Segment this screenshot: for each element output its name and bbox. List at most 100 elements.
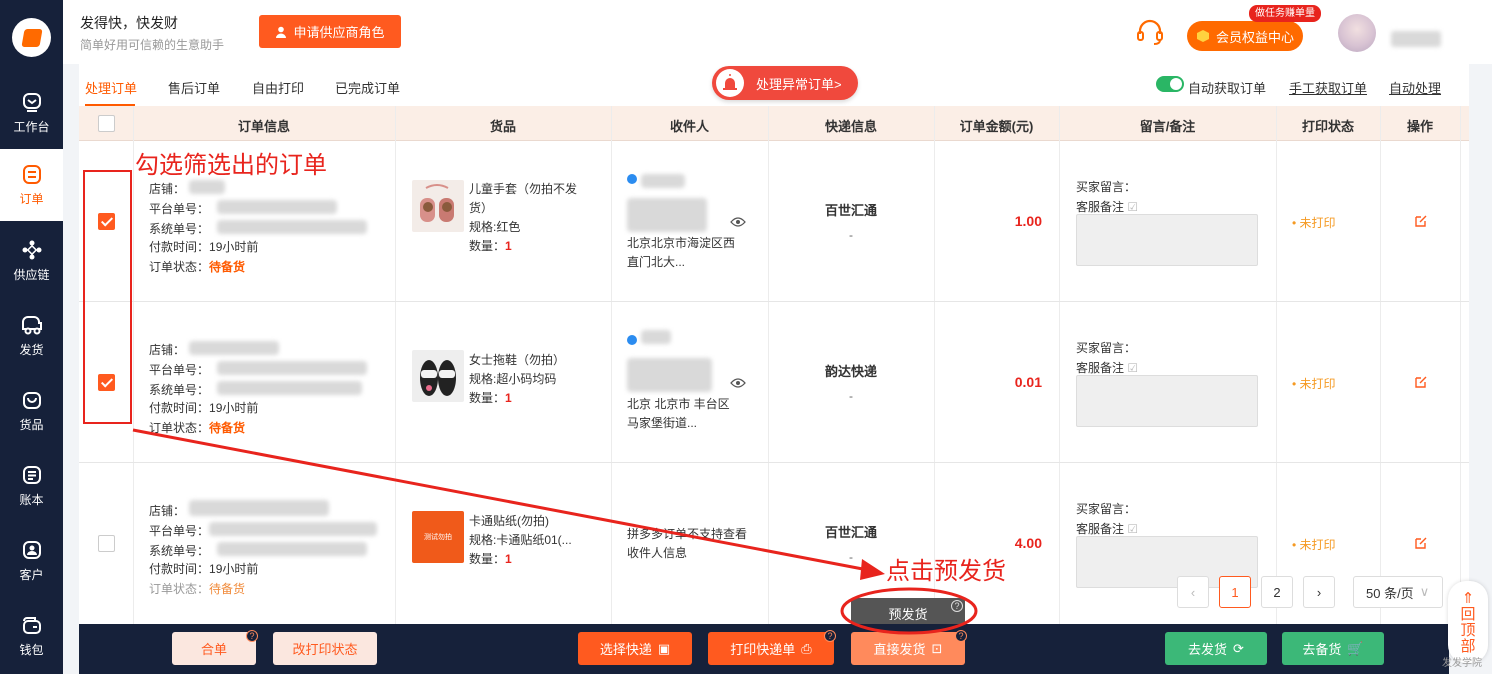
direct-ship-button[interactable]: 直接发货 ⊡ ? (851, 630, 967, 665)
pagination-prev-button[interactable]: ‹ (1177, 576, 1209, 608)
service-note-label: 客服备注 ☑ (1076, 361, 1139, 375)
courier-name: 韵达快递 (824, 364, 877, 379)
sidebar-item-order[interactable]: 订单 (0, 149, 63, 221)
page-size-select[interactable]: 50 条/页 ∨ (1353, 576, 1443, 608)
pagination-next-button[interactable]: › (1303, 576, 1335, 608)
apply-supplier-button[interactable]: 申请供应商角色 (259, 15, 401, 48)
merge-orders-label: 合单 (200, 642, 227, 657)
order-status: 订单状态：待备货 (149, 421, 246, 435)
abnormal-orders-label: 处理异常订单> (756, 76, 842, 92)
sidebar-item-label: 货品 (19, 418, 44, 432)
service-note-field[interactable] (1076, 375, 1258, 427)
orders-table: 订单信息 货品 收件人 快递信息 订单金额(元) 留言/备注 打印状态 操作 店… (79, 106, 1469, 624)
supply-chain-icon (21, 239, 43, 261)
member-gem-icon (1196, 30, 1209, 42)
product-thumbnail-slippers[interactable] (412, 350, 464, 402)
customer-service-headset-icon[interactable] (1135, 17, 1165, 47)
eye-icon[interactable] (730, 377, 746, 389)
user-icon (276, 26, 287, 38)
tab-process-orders[interactable]: 处理订单 (85, 78, 137, 97)
help-icon: ? (955, 630, 967, 642)
system-no-label: 系统单号： (149, 383, 210, 397)
go-stock-button[interactable]: 去备货 🛒 (1282, 632, 1384, 665)
edit-icon[interactable] (1414, 375, 1428, 389)
platform-no-blurred (217, 361, 367, 375)
change-print-status-button[interactable]: 改打印状态 (273, 632, 377, 665)
direct-ship-label: 直接发货 (873, 642, 926, 657)
cart-icon: 🛒 (1347, 640, 1364, 656)
edit-icon[interactable] (1414, 214, 1428, 228)
sidebar-item-delivery[interactable]: 发货 (0, 300, 63, 372)
order-amount: 1.00 (1014, 213, 1042, 229)
sidebar-item-dashboard[interactable]: 工作台 (0, 77, 63, 149)
member-center-button[interactable]: 会员权益中心 (1187, 21, 1303, 51)
sidebar-item-goods[interactable]: 货品 (0, 375, 63, 447)
tab-after-sale[interactable]: 售后订单 (168, 78, 220, 97)
recipient-phone-blurred (627, 198, 707, 232)
service-note-label: 客服备注 ☑ (1076, 522, 1139, 536)
auto-fetch-toggle[interactable] (1156, 76, 1184, 92)
row-divider (79, 301, 1469, 302)
eye-icon[interactable] (730, 216, 746, 228)
buyer-message-label: 买家留言： (1076, 502, 1137, 516)
delivery-truck-icon (21, 314, 43, 336)
shop-label: 店铺： (149, 343, 186, 357)
pagination-page-2[interactable]: 2 (1261, 576, 1293, 608)
tab-free-print[interactable]: 自由打印 (252, 78, 304, 97)
grid-line (1059, 106, 1060, 624)
merge-orders-button[interactable]: 合单 ? (172, 630, 258, 665)
product-thumbnail-gloves[interactable] (412, 180, 464, 232)
app-logo[interactable] (12, 18, 51, 57)
avatar[interactable] (1338, 14, 1376, 52)
service-note-field[interactable] (1076, 214, 1258, 266)
system-no-blurred (217, 220, 367, 234)
auto-process-link[interactable]: 自动处理 (1389, 78, 1441, 97)
task-badge: 做任务赚单量 (1249, 5, 1321, 22)
platform-no-blurred (217, 200, 337, 214)
manual-fetch-link[interactable]: 手工获取订单 (1289, 78, 1367, 97)
platform-icon (627, 174, 637, 184)
product-spec: 规格:红色 (469, 220, 521, 234)
product-name[interactable]: 儿童手套（勿拍不发货） (469, 180, 593, 218)
product-name[interactable]: 女士拖鞋（勿拍） (469, 351, 593, 370)
help-icon: ? (246, 630, 258, 642)
arrow-up-icon: ⇑ (1461, 590, 1475, 607)
sidebar-item-ledger[interactable]: 账本 (0, 450, 63, 522)
sidebar-item-label: 钱包 (19, 643, 44, 657)
customer-icon (21, 539, 43, 561)
select-courier-button[interactable]: 选择快递 ▣ (578, 632, 692, 665)
tab-completed[interactable]: 已完成订单 (335, 78, 400, 97)
product-spec: 规格:卡通贴纸01(... (469, 533, 572, 547)
apply-supplier-label: 申请供应商角色 (293, 25, 385, 40)
shop-label: 店铺： (149, 182, 186, 196)
back-to-top-button[interactable]: ⇑ 回顶部 (1448, 581, 1488, 663)
edit-icon[interactable] (1414, 536, 1428, 550)
row-checkbox[interactable] (98, 535, 115, 552)
go-ship-button[interactable]: 去发货 ⟳ (1165, 632, 1267, 665)
order-amount: 0.01 (1014, 374, 1042, 390)
annotation-select-hint: 勾选筛选出的订单 (135, 152, 327, 179)
abnormal-orders-button[interactable]: 处理异常订单> (712, 66, 858, 100)
bottom-action-bar: 合单 ? 改打印状态 选择快递 ▣ 打印快递单 ⎙ ? 直接发货 ⊡ ? 去发货… (79, 624, 1449, 674)
go-ship-label: 去发货 (1188, 642, 1228, 657)
grid-line (133, 106, 134, 624)
sidebar-item-customer[interactable]: 客户 (0, 525, 63, 597)
product-info: 儿童手套（勿拍不发货） 规格:红色 数量：1 (469, 180, 593, 256)
select-all-checkbox[interactable] (98, 115, 115, 132)
recipient-phone-blurred (627, 358, 712, 392)
product-thumbnail-stickers[interactable]: 测试勿拍 (412, 511, 464, 563)
print-waybill-button[interactable]: 打印快递单 ⎙ ? (708, 630, 836, 665)
sidebar-item-wallet[interactable]: 钱包 (0, 600, 63, 672)
product-qty: 数量：1 (469, 391, 512, 405)
grid-line (1380, 106, 1381, 624)
goods-bag-icon (21, 389, 43, 411)
order-icon (21, 163, 43, 185)
sidebar-item-supply-chain[interactable]: 供应链 (0, 225, 63, 297)
courier-name: 百世汇通 (824, 525, 877, 540)
brand-subtitle: 简单好用可信赖的生意助手 (80, 38, 225, 52)
scan-icon: ⊡ (931, 640, 943, 656)
brand-title: 发得快，快发财 (80, 15, 178, 31)
dashboard-icon (21, 91, 43, 113)
pagination-page-1[interactable]: 1 (1219, 576, 1251, 608)
product-name[interactable]: 卡通贴纸(勿拍) (469, 512, 593, 531)
